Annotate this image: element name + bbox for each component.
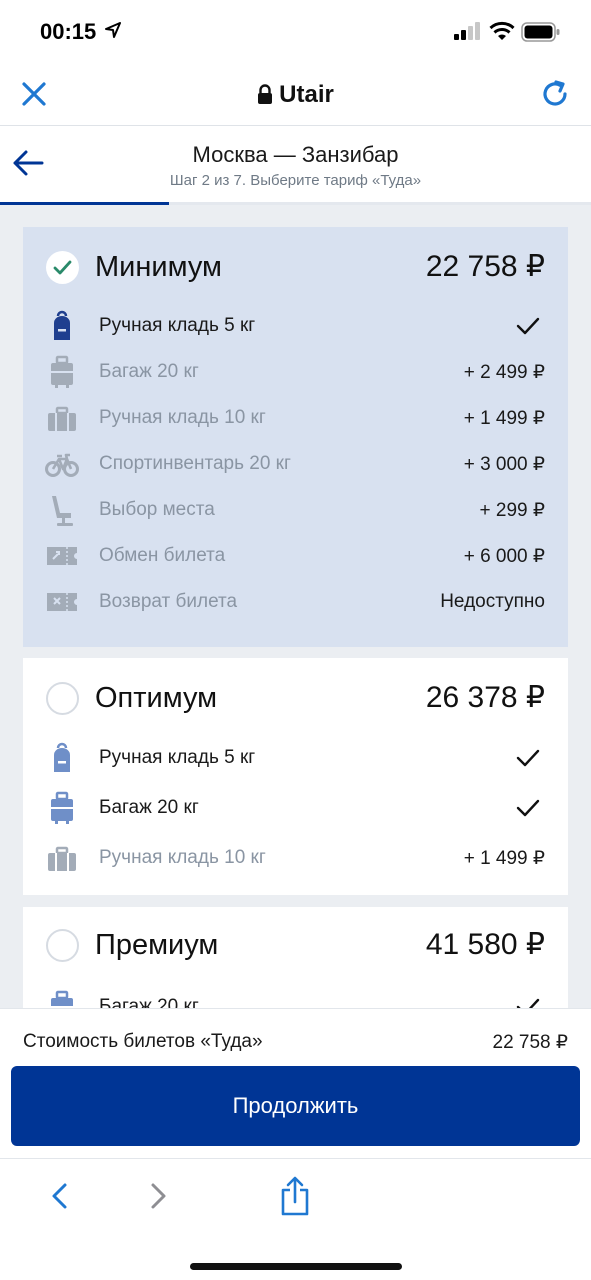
summary-panel: Стоимость билетов «Туда» 22 758 ₽ Продол… xyxy=(0,1008,591,1158)
browser-title: Utair xyxy=(0,81,591,109)
tariff-price: 26 378 ₽ xyxy=(425,681,545,714)
route-title: Москва — Занзибар xyxy=(192,142,399,167)
tariff-price: 22 758 ₽ xyxy=(425,250,545,283)
included-check-icon xyxy=(516,749,540,767)
lock-icon xyxy=(258,84,273,104)
feature-price: + 3 000 ₽ xyxy=(463,454,545,475)
tariff-name: Премиум xyxy=(95,929,219,961)
radio-unselected[interactable] xyxy=(46,682,79,715)
status-bar: 00:15 xyxy=(0,0,591,62)
feature-status: Недоступно xyxy=(440,591,545,612)
feature-price: + 1 499 ₽ xyxy=(463,408,545,429)
backpack-icon xyxy=(54,742,70,772)
feature-label: Ручная кладь 10 кг xyxy=(99,847,266,868)
feature-row: Багаж 20 кг + 2 499 ₽ xyxy=(23,352,568,392)
feature-row: Ручная кладь 10 кг + 1 499 ₽ xyxy=(23,838,568,878)
feature-label: Багаж 20 кг xyxy=(99,797,199,818)
share-icon[interactable] xyxy=(279,1176,311,1216)
tariff-header[interactable]: Оптимум 26 378 ₽ xyxy=(23,658,568,738)
tariff-name: Оптимум xyxy=(95,682,218,714)
radio-unselected[interactable] xyxy=(46,929,79,962)
page-header: Москва — Занзибар Шаг 2 из 7. Выберите т… xyxy=(0,127,591,205)
site-name: Utair xyxy=(279,81,334,108)
feature-label: Спортинвентарь 20 кг xyxy=(99,453,291,474)
ticket-exchange-icon xyxy=(47,547,77,565)
seat-icon xyxy=(52,496,73,526)
feature-row: Обмен билета + 6 000 ₽ xyxy=(23,536,568,576)
continue-button[interactable]: Продолжить xyxy=(11,1066,580,1146)
browser-toolbar xyxy=(0,1158,591,1280)
tariff-name: Минимум xyxy=(95,251,222,283)
feature-row: Ручная кладь 10 кг + 1 499 ₽ xyxy=(23,398,568,438)
feature-row: Багаж 20 кг xyxy=(23,987,568,1008)
feature-label: Багаж 20 кг xyxy=(99,361,199,382)
total-value: 22 758 ₽ xyxy=(492,1032,568,1053)
feature-price: + 299 ₽ xyxy=(479,500,545,521)
tariff-price: 41 580 ₽ xyxy=(425,928,545,961)
feature-row: Ручная кладь 5 кг xyxy=(23,738,568,778)
feature-label: Ручная кладь 10 кг xyxy=(99,407,266,428)
battery-icon xyxy=(521,22,560,42)
included-check-icon xyxy=(516,799,540,817)
backpack-icon xyxy=(54,310,70,340)
bag-icon xyxy=(48,406,76,431)
browser-bar: Utair xyxy=(0,62,591,126)
ticket-refund-icon xyxy=(47,593,77,611)
feature-label: Ручная кладь 5 кг xyxy=(99,747,256,768)
feature-row: Возврат билета Недоступно xyxy=(23,582,568,622)
feature-price: + 1 499 ₽ xyxy=(463,848,545,869)
feature-row: Багаж 20 кг xyxy=(23,788,568,828)
bag-icon xyxy=(48,846,76,871)
wifi-icon xyxy=(489,21,515,40)
bicycle-icon xyxy=(45,453,79,477)
feature-label: Обмен билета xyxy=(99,545,226,566)
feature-price: + 6 000 ₽ xyxy=(463,546,545,567)
suitcase-icon xyxy=(51,791,73,824)
browser-back-icon[interactable] xyxy=(48,1181,72,1211)
home-indicator xyxy=(190,1263,402,1270)
tariff-header[interactable]: Премиум 41 580 ₽ xyxy=(23,907,568,987)
checkmark-icon xyxy=(53,260,72,275)
feature-label: Ручная кладь 5 кг xyxy=(99,315,256,336)
step-subtitle: Шаг 2 из 7. Выберите тариф «Туда» xyxy=(169,172,422,189)
suitcase-icon xyxy=(51,990,73,1008)
tariff-card-premium[interactable]: Премиум 41 580 ₽ Багаж 20 кг xyxy=(23,907,568,1008)
feature-row: Спортинвентарь 20 кг + 3 000 ₽ xyxy=(23,444,568,484)
included-check-icon xyxy=(516,317,540,335)
location-arrow-icon xyxy=(105,22,121,38)
total-label: Стоимость билетов «Туда» xyxy=(23,1031,263,1052)
tariff-list[interactable]: Минимум 22 758 ₽ Ручная кладь 5 кг Багаж… xyxy=(0,205,591,1008)
feature-label: Багаж 20 кг xyxy=(99,996,199,1008)
browser-forward-icon[interactable] xyxy=(146,1181,170,1211)
feature-label: Выбор места xyxy=(99,499,215,520)
feature-price: + 2 499 ₽ xyxy=(463,362,545,383)
radio-selected[interactable] xyxy=(46,251,79,284)
feature-row: Выбор места + 299 ₽ xyxy=(23,490,568,530)
status-time: 00:15 xyxy=(40,19,97,44)
tariff-card-optimum[interactable]: Оптимум 26 378 ₽ Ручная кладь 5 кг Багаж… xyxy=(23,658,568,895)
reload-icon[interactable] xyxy=(540,79,570,109)
tariff-header[interactable]: Минимум 22 758 ₽ xyxy=(23,227,568,307)
feature-row: Ручная кладь 5 кг xyxy=(23,306,568,346)
cellular-signal-icon xyxy=(454,22,480,40)
suitcase-icon xyxy=(51,355,73,388)
tariff-card-minimum[interactable]: Минимум 22 758 ₽ Ручная кладь 5 кг Багаж… xyxy=(23,227,568,647)
included-check-icon xyxy=(516,998,540,1008)
feature-label: Возврат билета xyxy=(99,591,238,612)
